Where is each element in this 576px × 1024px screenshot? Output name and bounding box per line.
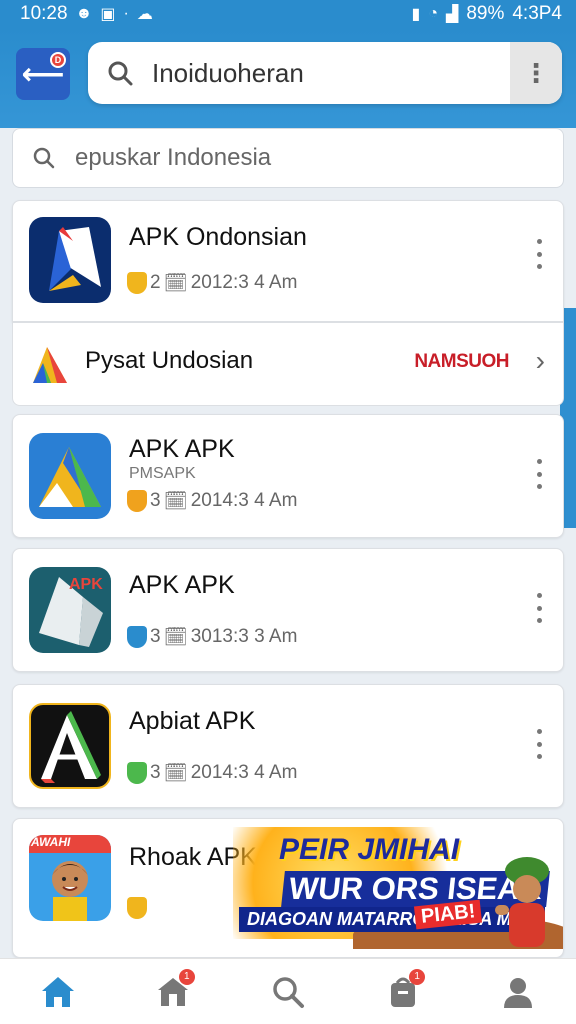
app-meta: 2 🗓 2012:3 4 Am xyxy=(127,271,297,295)
meta-count: 2 xyxy=(150,272,161,293)
calendar-icon: 🗓 xyxy=(163,273,188,294)
character-icon xyxy=(495,845,555,949)
promo-banner[interactable]: PEIR JMIHAI WUR ORS ISEAK DIAGOAN MATARR… xyxy=(233,819,563,949)
app-logo-icon xyxy=(29,433,111,519)
search-icon xyxy=(88,59,152,87)
app-meta: 3 🗓 2014:3 4 Am xyxy=(127,489,297,513)
app-logo-icon: AWAHI xyxy=(29,835,111,921)
overflow-menu-icon[interactable] xyxy=(531,459,547,489)
list-item[interactable]: APK APK PMSAPK 3 🗓 2014:3 4 Am xyxy=(12,414,564,538)
promo-headline: PEIR JMIHAI xyxy=(279,833,460,866)
search-icon xyxy=(273,976,304,1008)
notification-icon: ☻ xyxy=(75,5,93,22)
meta-date: 3013:3 3 Am xyxy=(190,626,298,647)
profile-icon xyxy=(504,977,533,1008)
list-item[interactable]: APK APK APK 3 🗓 3013:3 3 Am xyxy=(12,548,564,672)
search-icon xyxy=(13,146,75,170)
nav-store[interactable]: 1 xyxy=(143,965,203,1019)
overflow-menu-icon[interactable] xyxy=(531,593,547,623)
bag-badge: 1 xyxy=(409,968,426,985)
calendar-icon: 🗓 xyxy=(163,491,188,512)
secondary-search-field[interactable]: epuskar Indonesia xyxy=(12,128,564,188)
back-badge: D xyxy=(50,52,66,68)
featured-logo-icon xyxy=(29,343,71,387)
overflow-menu-icon[interactable] xyxy=(531,239,547,269)
nav-home[interactable] xyxy=(28,965,88,1019)
app-title: APK APK xyxy=(129,435,235,463)
main-search-value[interactable]: Inoiduoheran xyxy=(152,58,510,89)
meta-date: 2014:3 4 Am xyxy=(190,762,298,783)
shield-icon xyxy=(127,490,147,512)
nav-search[interactable] xyxy=(258,965,318,1019)
wifi-icon: ◔ xyxy=(428,5,438,22)
meta-count: 3 xyxy=(150,490,161,511)
back-button[interactable]: ⟵ D xyxy=(16,48,70,100)
app-title: APK APK xyxy=(129,571,235,599)
app-header: ⟵ D Inoiduoheran ⋮ xyxy=(0,28,576,128)
app-meta xyxy=(127,897,147,919)
featured-action-link[interactable]: NAMSUOH xyxy=(414,351,509,373)
more-options-icon[interactable]: ⋮ xyxy=(510,42,562,104)
list-item[interactable]: Apbiat APK 3 🗓 2014:3 4 Am xyxy=(12,684,564,808)
vibrate-icon: ▮ xyxy=(411,6,421,23)
dot-icon: · xyxy=(123,5,129,22)
app-title: Apbiat APK xyxy=(129,707,256,735)
bottom-navigation: 1 1 xyxy=(0,958,576,1024)
cloud-icon: ☁ xyxy=(136,6,153,23)
app-logo-icon xyxy=(29,703,111,789)
list-item[interactable]: APK Ondonsian 2 🗓 2012:3 4 Am xyxy=(12,200,564,322)
meta-date: 2014:3 4 Am xyxy=(190,490,298,511)
svg-text:APK: APK xyxy=(69,576,103,593)
shield-icon xyxy=(127,897,147,919)
secondary-search-value[interactable]: epuskar Indonesia xyxy=(75,144,271,172)
store-badge: 1 xyxy=(178,968,195,985)
meta-count: 3 xyxy=(150,762,161,783)
calendar-icon: 🗓 xyxy=(163,627,188,648)
app-title: APK Ondonsian xyxy=(129,223,307,251)
shield-icon xyxy=(127,762,147,784)
app-notification-icon: ▣ xyxy=(100,6,116,23)
main-search-field[interactable]: Inoiduoheran ⋮ xyxy=(88,42,562,104)
chevron-right-icon[interactable]: › xyxy=(536,345,545,377)
app-logo-icon: APK xyxy=(29,567,111,653)
nav-profile[interactable] xyxy=(488,965,548,1019)
app-logo-icon xyxy=(29,217,111,303)
content-panel: epuskar Indonesia APK Ondonsian 2 🗓 2012… xyxy=(0,128,576,958)
meta-date: 2012:3 4 Am xyxy=(190,272,298,293)
status-time: 10:28 xyxy=(20,3,68,24)
list-item[interactable]: AWAHI Rhoak APK PEIR JMIHAI WUR ORS ISEA… xyxy=(12,818,564,958)
app-subtitle: PMSAPK xyxy=(129,465,196,482)
app-icon-text: AWAHI xyxy=(31,835,71,849)
overflow-menu-icon[interactable] xyxy=(531,729,547,759)
app-meta: 3 🗓 2014:3 4 Am xyxy=(127,761,297,785)
shield-icon xyxy=(127,272,147,294)
app-meta: 3 🗓 3013:3 3 Am xyxy=(127,625,297,649)
status-bar: 10:28 ☻ ▣ · ☁ ▮ ◔ ▟ 89% 4:3P4 xyxy=(0,0,576,28)
signal-icon: ▟ xyxy=(446,6,459,23)
status-time-right: 4:3P4 xyxy=(512,3,562,24)
featured-title: Pysat Undosian xyxy=(85,347,254,374)
featured-row[interactable]: Pysat Undosian NAMSUOH › xyxy=(12,322,564,406)
shield-icon xyxy=(127,626,147,648)
battery-level: 89% xyxy=(466,3,505,24)
calendar-icon: 🗓 xyxy=(163,763,188,784)
nav-bag[interactable]: 1 xyxy=(373,965,433,1019)
meta-count: 3 xyxy=(150,626,161,647)
home-icon xyxy=(41,976,74,1007)
